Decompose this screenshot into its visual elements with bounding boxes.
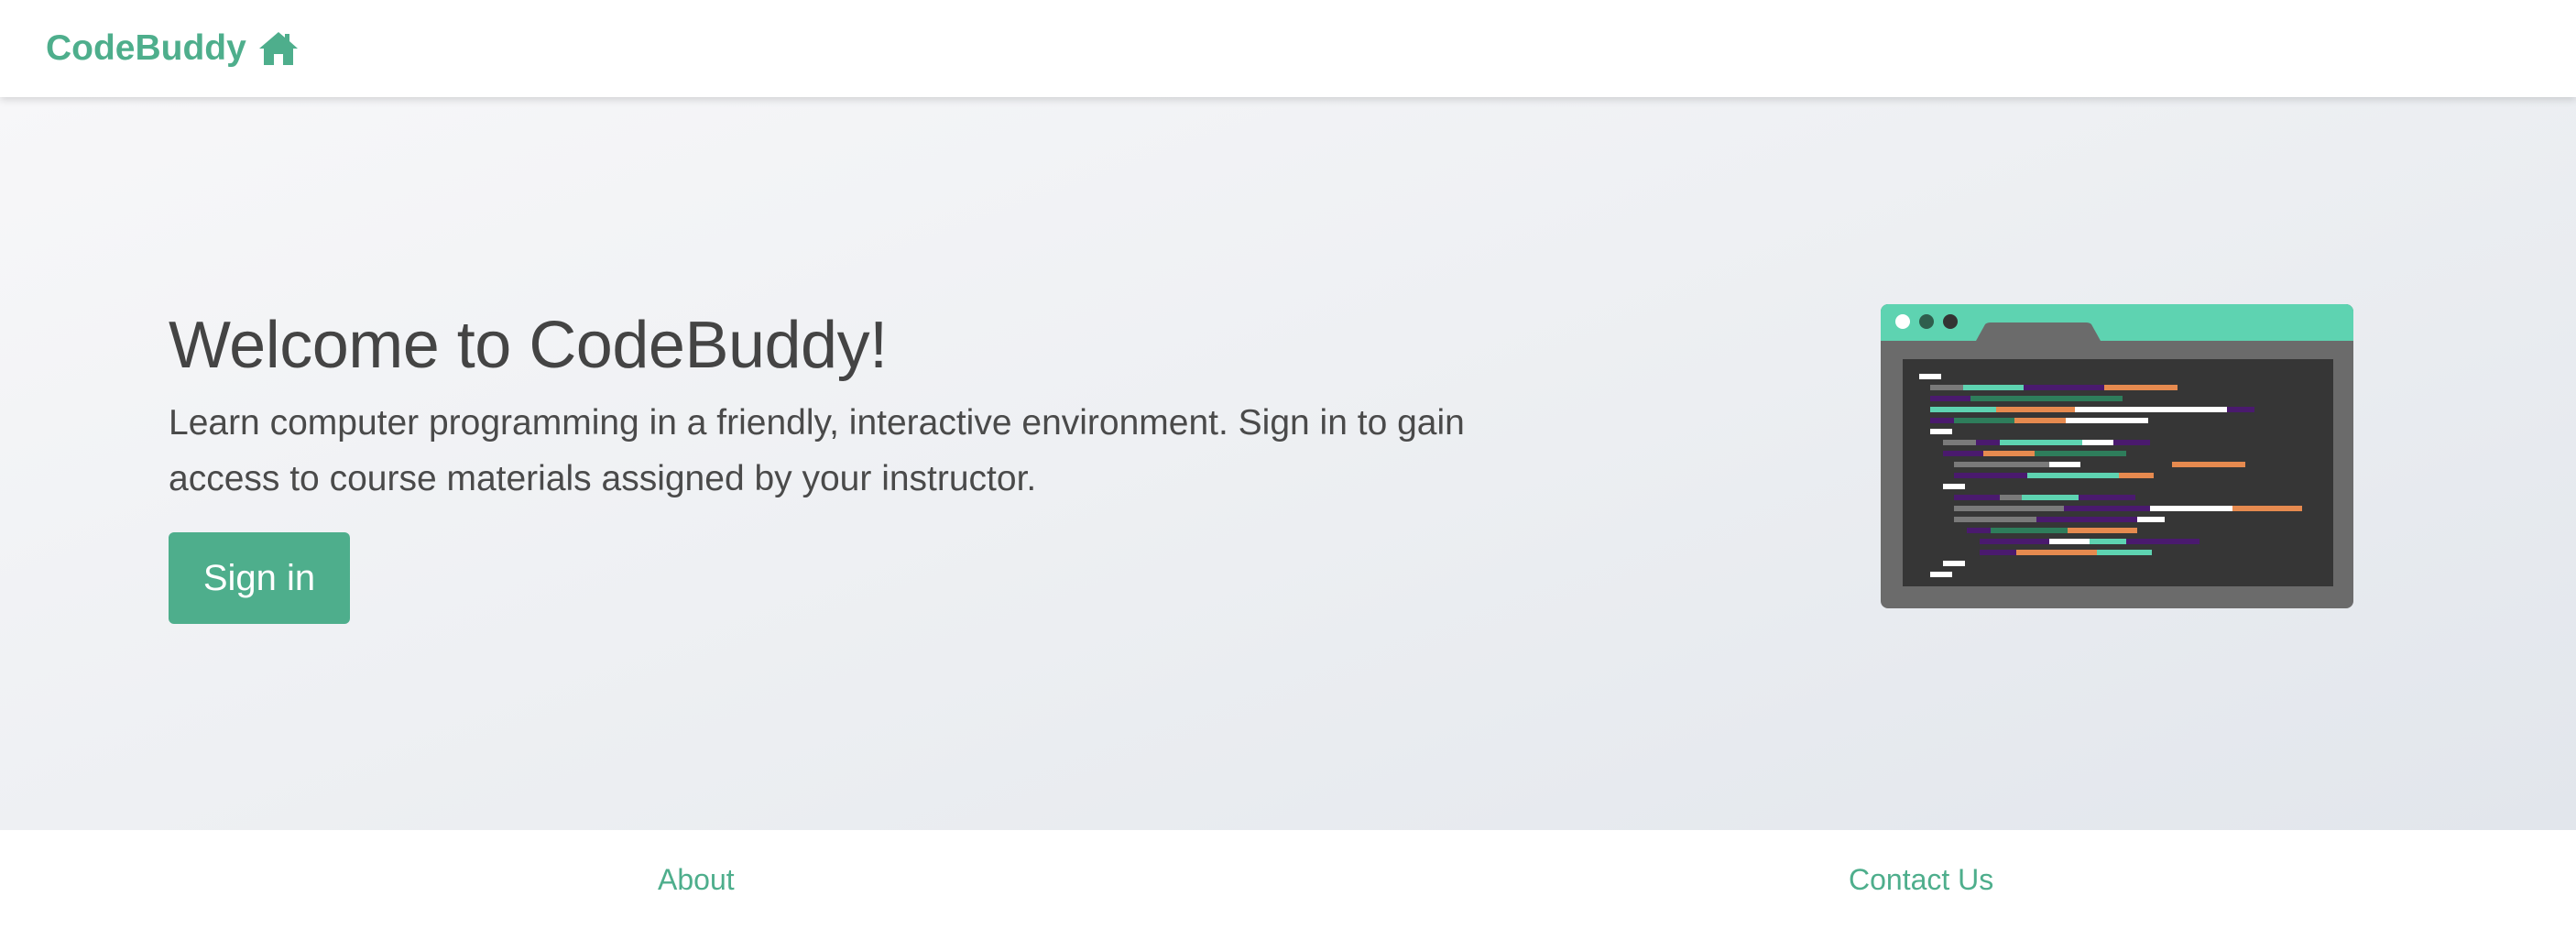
navbar: CodeBuddy — [0, 0, 2576, 97]
footer: About Contact Us — [0, 830, 2576, 929]
code-editor-window-icon — [1881, 304, 2353, 608]
brand-home-link[interactable]: CodeBuddy — [46, 28, 300, 69]
contact-us-link[interactable]: Contact Us — [1849, 863, 1993, 897]
about-link[interactable]: About — [658, 863, 735, 897]
hero-text: Welcome to CodeBuddy! Learn computer pro… — [169, 308, 1543, 624]
brand-label: CodeBuddy — [46, 28, 246, 68]
hero-title: Welcome to CodeBuddy! — [169, 309, 888, 382]
hero-section: Welcome to CodeBuddy! Learn computer pro… — [0, 97, 2576, 830]
home-icon — [257, 30, 300, 67]
sign-in-button[interactable]: Sign in — [169, 531, 350, 624]
hero-lead: Learn computer programming in a friendly… — [169, 402, 1465, 498]
